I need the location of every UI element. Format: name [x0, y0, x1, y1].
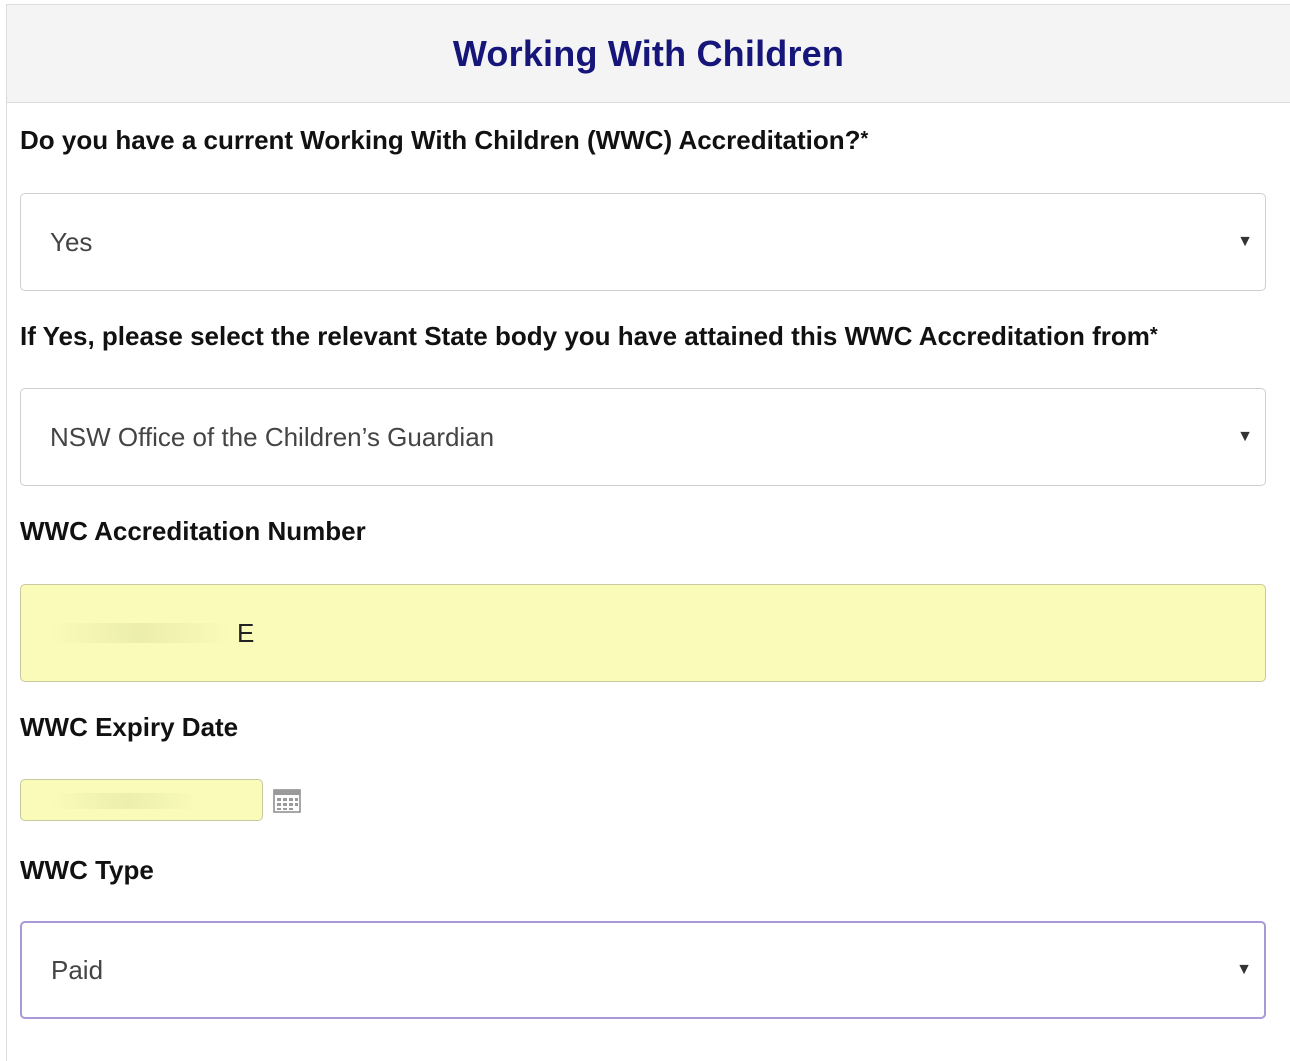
chevron-down-icon: ▼: [1236, 961, 1252, 978]
wwc-current-label: Do you have a current Working With Child…: [20, 125, 868, 156]
accreditation-number-label: WWC Accreditation Number: [20, 516, 366, 546]
expiry-date-input[interactable]: [20, 779, 263, 821]
wwc-current-select-value: Yes: [50, 226, 93, 257]
state-body-label: If Yes, please select the relevant State…: [20, 321, 1158, 352]
wwc-current-label-text: Do you have a current Working With Child…: [20, 125, 861, 155]
wwc-current-select[interactable]: Yes ▼: [20, 193, 1266, 291]
calendar-icon[interactable]: [273, 789, 301, 813]
wwc-type-select[interactable]: Paid ▼: [20, 921, 1266, 1019]
chevron-down-icon: ▼: [1237, 233, 1253, 250]
accreditation-number-value: E: [237, 617, 255, 648]
chevron-down-icon: ▼: [1237, 428, 1253, 445]
wwc-type-label: WWC Type: [20, 855, 154, 885]
panel-header: Working With Children: [7, 5, 1290, 103]
expiry-date-label: WWC Expiry Date: [20, 712, 239, 742]
required-marker: *: [860, 128, 869, 150]
required-marker: *: [1149, 324, 1158, 346]
panel-title: Working With Children: [452, 32, 845, 74]
state-body-select[interactable]: NSW Office of the Children’s Guardian ▼: [20, 388, 1266, 486]
redacted-text: [51, 623, 231, 643]
accreditation-number-input[interactable]: E: [20, 584, 1266, 682]
wwc-type-select-value: Paid: [51, 954, 104, 985]
state-body-label-text: If Yes, please select the relevant State…: [20, 321, 1150, 351]
state-body-select-value: NSW Office of the Children’s Guardian: [50, 421, 495, 452]
redacted-text: [51, 793, 201, 809]
